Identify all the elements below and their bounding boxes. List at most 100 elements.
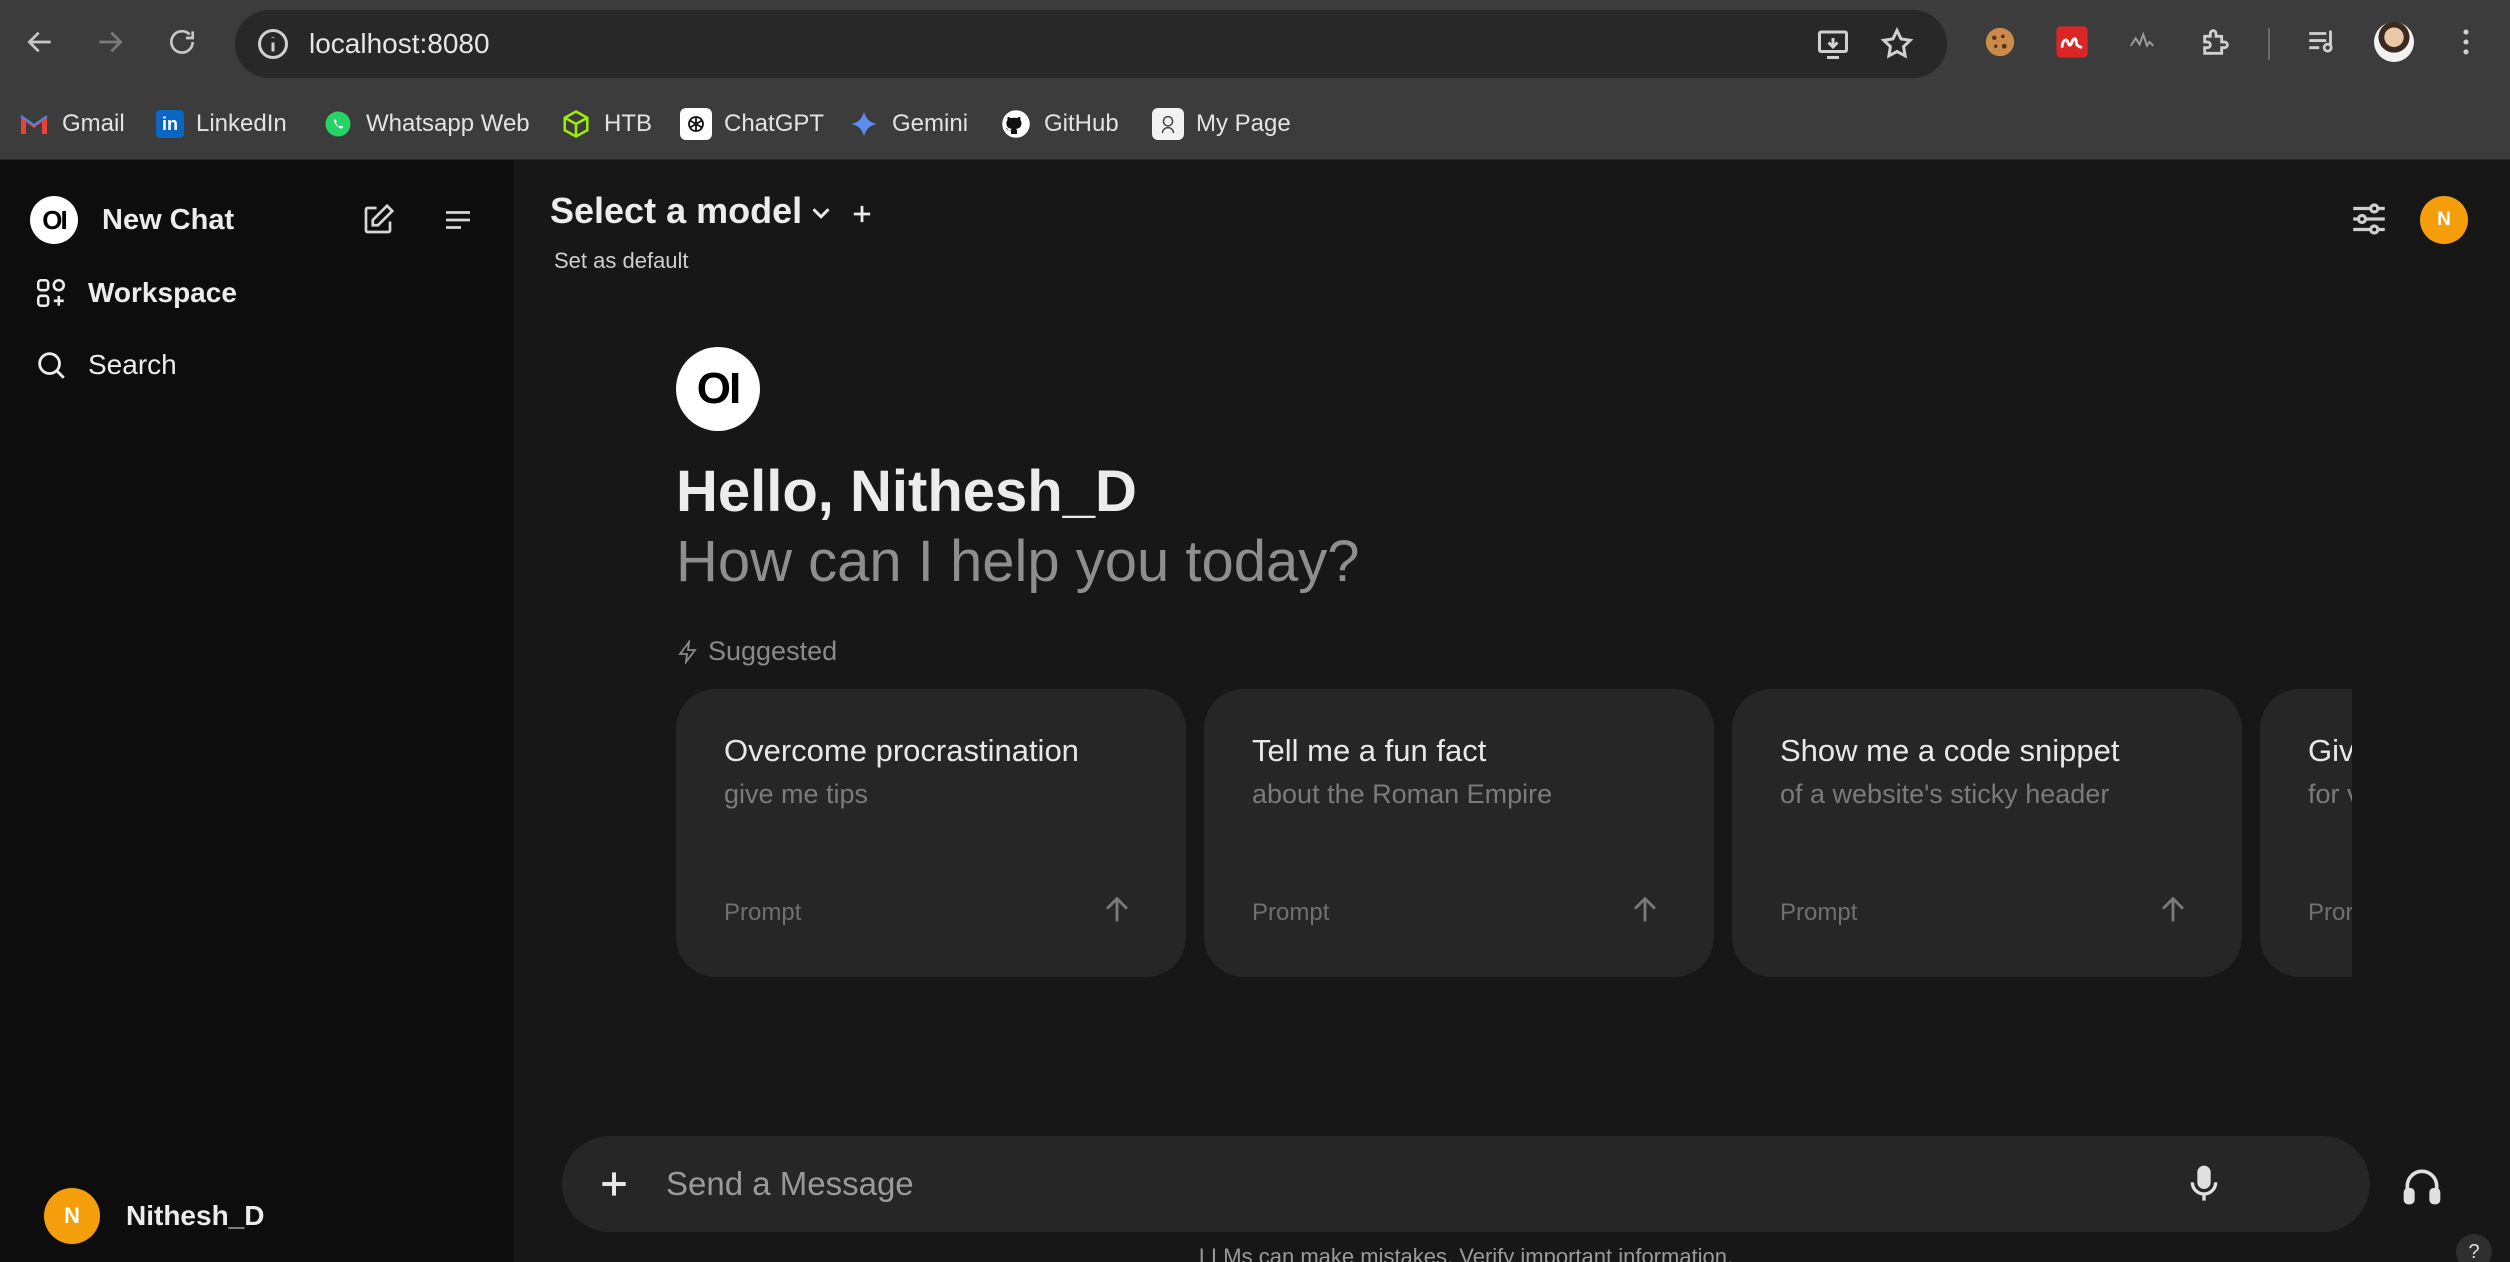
suggestion-title: Tell me a fun fact — [1252, 733, 1487, 768]
sidebar-item-label: Workspace — [88, 277, 237, 308]
browser-toolbar: localhost:8080 — [0, 0, 2510, 88]
greeting-subtitle: How can I help you today? — [676, 529, 1360, 594]
workspace-grid-icon — [36, 278, 66, 308]
new-chat-button[interactable]: OI New Chat — [30, 196, 234, 244]
toolbar-divider — [2268, 28, 2270, 60]
sidebar-item-search[interactable]: Search — [34, 348, 177, 382]
address-bar[interactable]: localhost:8080 — [235, 10, 1947, 78]
bookmark-label: LinkedIn — [196, 110, 287, 137]
disclaimer-text: LLMs can make mistakes. Verify important… — [1198, 1244, 1734, 1262]
bookmark-star-icon[interactable] — [1879, 26, 1915, 62]
add-model-plus-icon[interactable] — [848, 200, 876, 228]
bookmark-label: Gemini — [892, 110, 969, 137]
new-chat-label: New Chat — [102, 203, 235, 236]
bookmark-linkedin[interactable]: in LinkedIn — [156, 102, 287, 146]
suggestion-subtitle: give me tips — [724, 779, 869, 809]
suggestion-card[interactable]: Overcome procrastination give me tips Pr… — [676, 689, 1186, 977]
suggestion-card[interactable]: Show me a code snippet of a website's st… — [1732, 689, 2242, 977]
arrow-up-icon — [1106, 896, 1128, 922]
bookmark-mypage[interactable]: My Page — [1152, 102, 1291, 146]
openwebui-logo-icon: OI — [676, 347, 760, 431]
avatar: N — [44, 1188, 100, 1244]
bookmarks-bar: Gmail in LinkedIn Whatsapp Web HTB ChatG… — [0, 88, 2510, 160]
chatgpt-icon — [680, 108, 712, 140]
suggestion-subtitle: about the Roman Empire — [1252, 779, 1553, 809]
suggestion-label: Pror — [2308, 899, 2352, 926]
search-icon — [38, 352, 65, 379]
suggested-label: Suggested — [708, 636, 838, 666]
install-app-icon[interactable] — [1815, 26, 1851, 62]
headphones-icon[interactable] — [2400, 1164, 2444, 1208]
suggestion-title: Overcome procrastination — [724, 733, 1079, 768]
bookmark-github[interactable]: GitHub — [1000, 102, 1119, 146]
arrow-up-icon — [2162, 896, 2184, 922]
site-info-icon[interactable] — [255, 26, 291, 62]
bookmark-label: Whatsapp Web — [366, 110, 530, 137]
browser-profile-avatar[interactable] — [2374, 22, 2414, 62]
suggestions-row: Overcome procrastination give me tips Pr… — [676, 689, 2352, 977]
bookmark-label: My Page — [1196, 110, 1291, 137]
more-menu-icon[interactable] — [2446, 22, 2486, 62]
suggestion-title: Giv — [2308, 733, 2352, 768]
message-input[interactable]: Send a Message — [666, 1136, 914, 1232]
sidebar-item-label: Search — [88, 349, 177, 380]
url-text[interactable]: localhost:8080 — [309, 10, 490, 78]
bookmark-chatgpt[interactable]: ChatGPT — [680, 102, 824, 146]
arrow-up-icon — [1634, 896, 1656, 922]
mendeley-extension-icon[interactable] — [2052, 22, 2092, 62]
bookmark-whatsapp[interactable]: Whatsapp Web — [322, 102, 530, 146]
header-user-avatar[interactable]: N — [2420, 196, 2468, 244]
bookmark-label: HTB — [604, 110, 652, 137]
bookmark-label: Gmail — [62, 110, 125, 137]
new-chat-edit-button[interactable] — [356, 198, 400, 242]
suggested-header: Suggested — [676, 636, 837, 667]
mypage-icon — [1152, 108, 1184, 140]
extensions-puzzle-icon[interactable] — [2196, 22, 2236, 62]
suggestion-title: Show me a code snippet — [1780, 733, 2120, 768]
linkedin-icon: in — [156, 110, 184, 138]
sidebar: OI New Chat Workspace Search N Nithesh_D — [0, 160, 514, 1262]
bookmark-gmail[interactable]: Gmail — [18, 102, 125, 146]
github-icon — [1000, 108, 1032, 140]
main-panel: Select a model Set as default N OI Hello… — [514, 160, 2510, 1262]
media-controls-icon[interactable] — [2302, 22, 2342, 62]
arrow-left-icon — [27, 31, 51, 53]
user-menu-button[interactable]: N Nithesh_D — [44, 1188, 264, 1244]
sidebar-item-workspace[interactable]: Workspace — [34, 276, 237, 310]
attach-plus-icon[interactable] — [594, 1164, 634, 1204]
whatsapp-icon — [322, 108, 354, 140]
set-default-button[interactable]: Set as default — [554, 248, 689, 274]
bookmark-label: GitHub — [1044, 110, 1119, 137]
arrow-right-icon — [99, 31, 123, 53]
bookmark-gemini[interactable]: Gemini — [848, 102, 968, 146]
cookie-extension-icon[interactable] — [1980, 22, 2020, 62]
suggestion-label: Prompt — [724, 899, 802, 926]
user-name: Nithesh_D — [126, 1200, 265, 1231]
suggestion-subtitle: for v — [2308, 779, 2352, 809]
message-composer: Send a Message — [562, 1136, 2370, 1232]
microphone-icon[interactable] — [2184, 1164, 2224, 1204]
toggle-sidebar-button[interactable] — [436, 198, 480, 242]
pencil-square-icon — [364, 203, 395, 234]
suggestion-card[interactable]: Giv for v Pror — [2260, 689, 2352, 977]
greeting-title: Hello, Nithesh_D — [676, 459, 1137, 524]
chat-controls-sliders-icon[interactable] — [2348, 198, 2390, 240]
reload-icon — [170, 29, 194, 54]
suggestion-card[interactable]: Tell me a fun fact about the Roman Empir… — [1204, 689, 1714, 977]
chevron-down-icon[interactable] — [806, 198, 836, 228]
suggestion-label: Prompt — [1780, 899, 1858, 926]
back-button[interactable] — [18, 20, 62, 64]
forward-button[interactable] — [88, 20, 132, 64]
help-button[interactable]: ? — [2456, 1234, 2492, 1262]
gemini-icon — [848, 108, 880, 140]
reload-button[interactable] — [160, 20, 204, 64]
suggestion-label: Prompt — [1252, 899, 1330, 926]
bookmark-label: ChatGPT — [724, 110, 825, 137]
openwebui-logo-icon: OI — [30, 196, 78, 244]
model-selector[interactable]: Select a model — [550, 190, 802, 232]
bookmark-htb[interactable]: HTB — [560, 102, 652, 146]
htb-icon — [560, 108, 592, 140]
suggestion-subtitle: of a website's sticky header — [1780, 779, 2110, 809]
bolt-icon — [678, 639, 697, 664]
extension-grey-icon[interactable] — [2122, 22, 2162, 62]
